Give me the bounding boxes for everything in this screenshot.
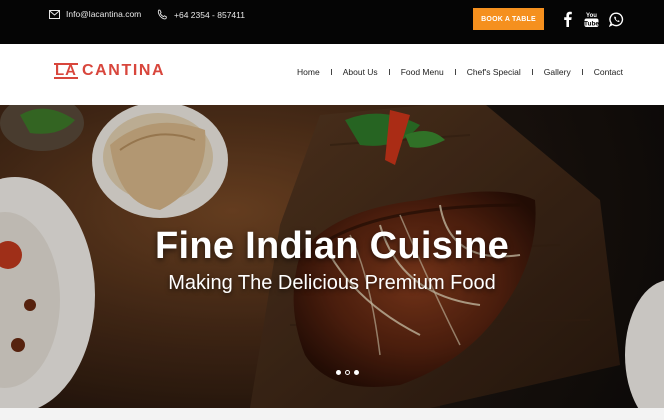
next-section-edge	[0, 408, 664, 420]
phone-text: +64 2354 - 857411	[174, 9, 245, 20]
slider-dot-1[interactable]	[336, 370, 341, 375]
slider-dots	[336, 370, 359, 375]
nav-divider	[330, 69, 332, 75]
nav-divider	[388, 69, 390, 75]
svg-text:Tube: Tube	[584, 20, 599, 27]
mail-icon	[49, 9, 60, 19]
nav-home[interactable]: Home	[297, 67, 320, 77]
facebook-icon[interactable]	[559, 10, 575, 28]
slider-dot-3[interactable]	[354, 370, 359, 375]
site-logo[interactable]: LA CANTINA	[54, 62, 165, 80]
book-table-button[interactable]: BOOK A TABLE	[473, 8, 544, 30]
nav-contact[interactable]: Contact	[594, 67, 623, 77]
phone-contact[interactable]: +64 2354 - 857411	[157, 9, 245, 20]
slider-dot-2[interactable]	[345, 370, 350, 375]
nav-divider	[531, 69, 533, 75]
main-nav: Home About Us Food Menu Chef's Special G…	[297, 67, 623, 77]
nav-divider	[581, 69, 583, 75]
whatsapp-icon[interactable]	[608, 10, 624, 28]
logo-la-mark: LA	[54, 62, 78, 79]
hero-title: Fine Indian Cuisine	[154, 225, 510, 267]
nav-food-menu[interactable]: Food Menu	[401, 67, 444, 77]
nav-divider	[454, 69, 456, 75]
email-contact[interactable]: Info@lacantina.com	[49, 9, 141, 19]
nav-gallery[interactable]: Gallery	[544, 67, 571, 77]
nav-about-us[interactable]: About Us	[343, 67, 378, 77]
nav-chefs-special[interactable]: Chef's Special	[467, 67, 521, 77]
youtube-icon[interactable]: You Tube	[583, 10, 599, 28]
logo-name: CANTINA	[82, 62, 166, 79]
phone-icon	[157, 9, 168, 20]
svg-text:You: You	[586, 13, 597, 19]
email-text: Info@lacantina.com	[66, 9, 142, 19]
hero-subtitle: Making The Delicious Premium Food	[168, 272, 496, 294]
